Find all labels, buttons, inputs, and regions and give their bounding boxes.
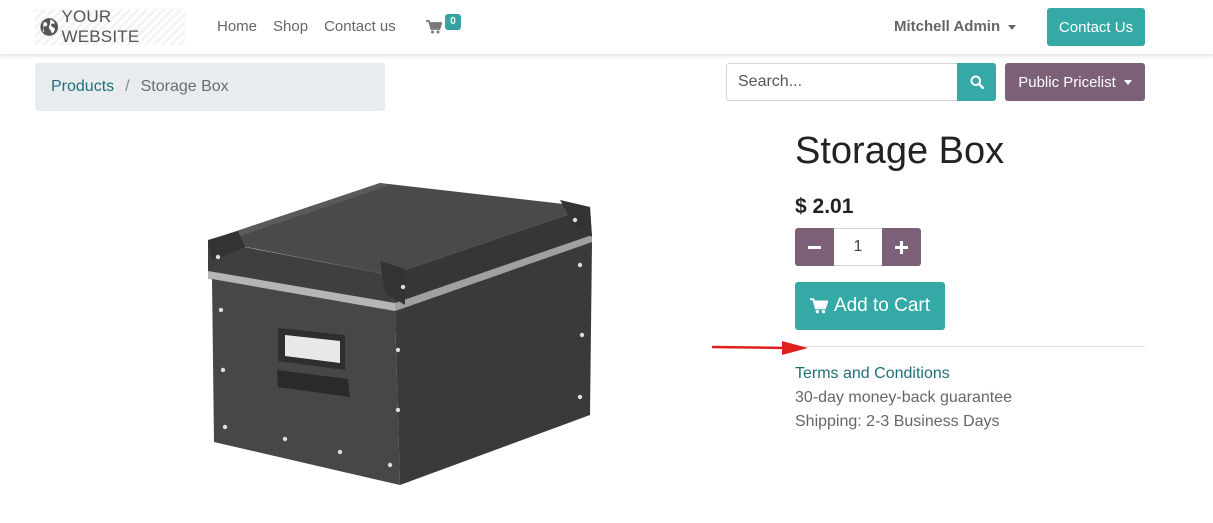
top-navbar: YOUR WEBSITE Home Shop Contact us 0 Mitc… bbox=[0, 0, 1213, 55]
nav-home[interactable]: Home bbox=[217, 18, 257, 35]
quantity-stepper bbox=[795, 228, 921, 266]
user-name: Mitchell Admin bbox=[894, 18, 1001, 35]
terms-and-conditions-link[interactable]: Terms and Conditions bbox=[795, 365, 950, 383]
add-to-cart-button[interactable]: Add to Cart bbox=[795, 282, 945, 330]
plus-icon bbox=[895, 240, 908, 254]
divider bbox=[795, 346, 1145, 347]
shopping-cart-icon bbox=[426, 20, 442, 34]
search-button[interactable] bbox=[957, 63, 996, 101]
user-menu[interactable]: Mitchell Admin bbox=[894, 18, 1017, 35]
nav-contact-us[interactable]: Contact us bbox=[324, 18, 396, 35]
product-title: Storage Box bbox=[795, 130, 1005, 172]
breadcrumb: Products / Storage Box bbox=[35, 63, 385, 111]
breadcrumb-products[interactable]: Products bbox=[51, 78, 114, 96]
minus-icon bbox=[808, 245, 821, 249]
main-nav: Home Shop Contact us bbox=[217, 18, 396, 35]
shopping-cart-icon bbox=[809, 298, 828, 314]
guarantee-text: 30-day money-back guarantee bbox=[795, 389, 1013, 406]
search-icon bbox=[970, 75, 984, 89]
nav-shop[interactable]: Shop bbox=[273, 18, 308, 35]
contact-us-button[interactable]: Contact Us bbox=[1047, 8, 1145, 46]
product-price: $ 2.01 bbox=[795, 195, 854, 218]
breadcrumb-current: Storage Box bbox=[140, 78, 229, 95]
red-arrow-annotation bbox=[711, 341, 808, 355]
chevron-down-icon bbox=[1123, 79, 1132, 85]
chevron-down-icon bbox=[1008, 24, 1017, 30]
search-input[interactable] bbox=[726, 63, 958, 101]
add-to-cart-label: Add to Cart bbox=[833, 295, 931, 316]
breadcrumb-separator: / bbox=[125, 78, 130, 95]
site-logo[interactable]: YOUR WEBSITE bbox=[35, 7, 185, 46]
quantity-input[interactable] bbox=[834, 228, 882, 266]
pricelist-label: Public Pricelist bbox=[1018, 73, 1116, 91]
cart-count-badge: 0 bbox=[445, 14, 461, 30]
product-image bbox=[208, 183, 592, 485]
increase-quantity-button[interactable] bbox=[882, 228, 921, 266]
decrease-quantity-button[interactable] bbox=[795, 228, 834, 266]
globe-icon bbox=[40, 18, 59, 36]
pricelist-dropdown[interactable]: Public Pricelist bbox=[1005, 63, 1145, 101]
logo-text: YOUR WEBSITE bbox=[61, 7, 140, 46]
cart-link[interactable]: 0 bbox=[426, 14, 466, 39]
shipping-text: Shipping: 2-3 Business Days bbox=[795, 413, 1000, 430]
